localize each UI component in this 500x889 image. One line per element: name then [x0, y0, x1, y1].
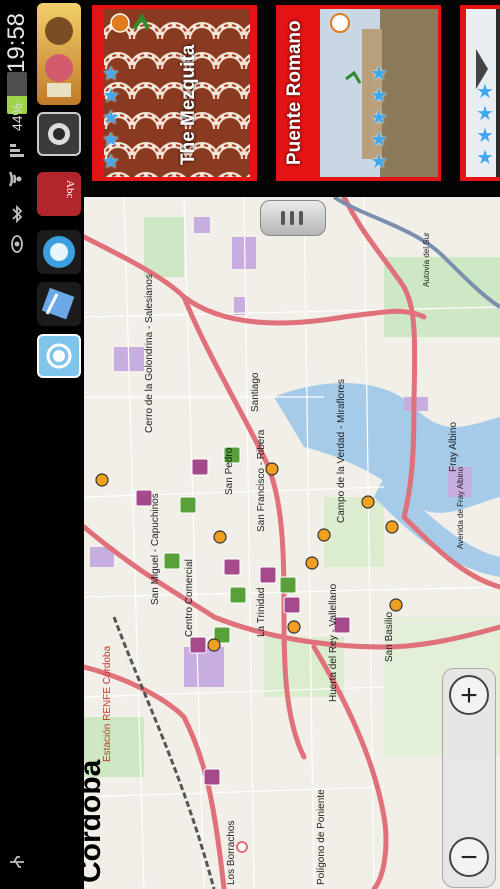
map-label: Polígono de Poniente — [316, 789, 327, 885]
signal-icon — [10, 144, 24, 157]
attraction-carousel[interactable]: ★ ★ ★ ★ ★ The Mezquita ★ ★ ★ ★ ★ Puente Romano ★… — [84, 0, 500, 195]
zoom-out-button[interactable]: − — [449, 837, 489, 877]
app-dictionary-icon[interactable]: Abc — [37, 172, 81, 216]
map-label: Fray Albino — [448, 421, 459, 472]
attraction-title: The Mezquita — [178, 44, 199, 165]
rating-stars: ★ ★ ★ ★ ★ — [102, 63, 120, 173]
map-label: Santiago — [250, 372, 261, 412]
wifi-icon — [8, 171, 22, 187]
map-label: San Pedro — [224, 447, 235, 495]
bluetooth-icon — [12, 205, 23, 223]
eye-icon — [11, 235, 23, 253]
map-label: Cerro de la Golondrina - Salesianos — [144, 274, 155, 433]
map-label: Avenida de Fray Albino — [456, 466, 465, 549]
city-title: Cordoba — [74, 759, 107, 883]
usb-icon — [10, 856, 24, 868]
map-label: San Francisco - Ribera — [256, 429, 267, 532]
map-label: Campo de la Verdad - Miraflores — [336, 379, 347, 523]
app-camera-icon[interactable] — [37, 112, 81, 156]
map-label: San Miguel - Capuchinos — [150, 493, 161, 605]
map-label: La Trinidad — [256, 587, 267, 637]
attraction-title: Puente Romano — [284, 20, 305, 165]
attraction-card-3[interactable]: ★ ★ ★ ★ — [460, 5, 500, 181]
city-map[interactable]: Cerro de la Golondrina - Salesianos Sant… — [84, 197, 500, 889]
rating-stars: ★ ★ ★ ★ ★ — [370, 63, 388, 173]
status-time: 19:58 — [3, 12, 30, 74]
zoom-control: + − — [442, 668, 496, 888]
attraction-card-mezquita[interactable]: ★ ★ ★ ★ ★ The Mezquita — [92, 5, 257, 181]
map-label: Huerta del Rey - Vallellano — [328, 583, 339, 702]
map-label: San Basilio — [384, 611, 395, 662]
attraction-card-puente-romano[interactable]: ★ ★ ★ ★ ★ Puente Romano — [276, 5, 441, 181]
mezquita-photo — [104, 9, 250, 177]
battery-percent: 44% — [9, 102, 25, 132]
main-area: ★ ★ ★ ★ ★ The Mezquita ★ ★ ★ ★ ★ Puente Romano ★… — [74, 0, 500, 889]
map-label: Estación RENFE Córdoba — [102, 645, 113, 762]
app-icon-column: Abc — [34, 0, 84, 889]
app-media-icon[interactable] — [37, 230, 81, 274]
map-label: Centro Comercial — [184, 559, 195, 637]
drawer-handle[interactable] — [260, 200, 326, 236]
app-food-icon[interactable] — [37, 3, 81, 105]
rating-stars: ★ ★ ★ ★ — [476, 81, 494, 169]
app-sync-icon[interactable] — [37, 282, 81, 326]
svg-text:Abc: Abc — [64, 180, 76, 198]
map-label: Autovía del Sur — [422, 232, 431, 287]
app-radio-icon[interactable] — [37, 334, 81, 378]
map-label: Los Borrachos — [226, 820, 237, 885]
status-bar: 19:58 44% — [0, 0, 34, 889]
zoom-in-button[interactable]: + — [449, 675, 489, 715]
